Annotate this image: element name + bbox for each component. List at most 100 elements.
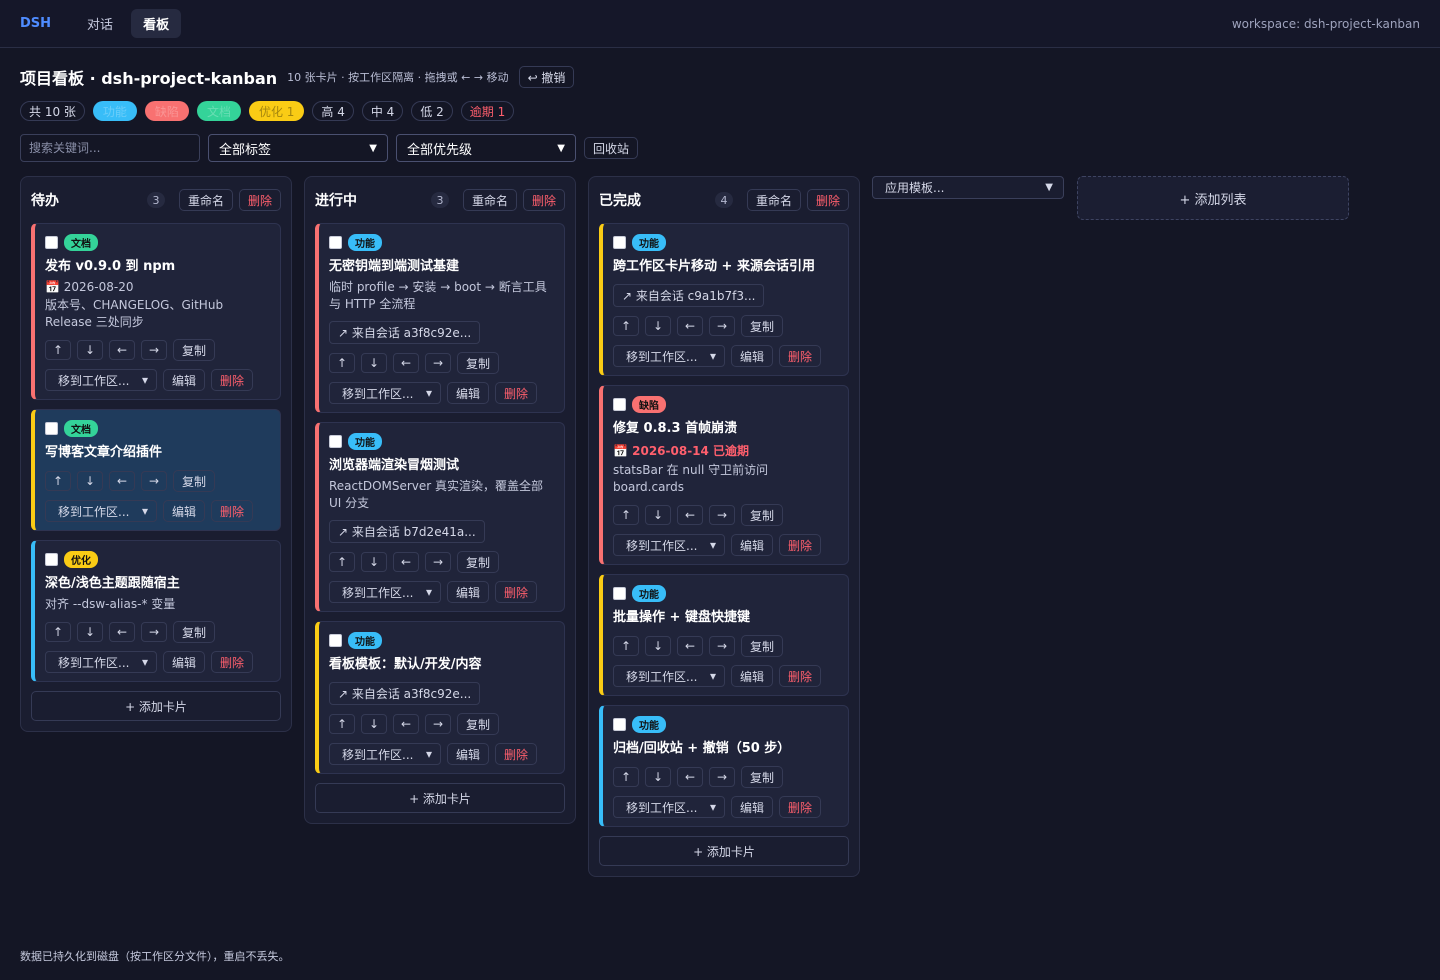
move-left-icon[interactable]: ← — [393, 714, 419, 734]
card-select-checkbox[interactable] — [329, 434, 342, 448]
move-up-icon[interactable]: ↑ — [45, 471, 71, 491]
move-left-icon[interactable]: ← — [393, 552, 419, 572]
copy-card-button[interactable]: 复制 — [457, 352, 500, 374]
edit-card-button[interactable]: 编辑 — [731, 665, 774, 687]
stat-tag-feature[interactable]: 功能 — [92, 101, 137, 121]
copy-card-button[interactable]: 复制 — [173, 470, 216, 492]
edit-card-button[interactable]: 编辑 — [447, 581, 490, 603]
copy-card-button[interactable]: 复制 — [741, 635, 784, 657]
move-left-icon[interactable]: ← — [677, 767, 703, 787]
move-to-workspace-select[interactable]: 移到工作区... ▾ — [45, 369, 157, 391]
recycle-bin-button[interactable]: 回收站 — [584, 137, 639, 159]
copy-card-button[interactable]: 复制 — [173, 621, 216, 643]
move-down-icon[interactable]: ↓ — [645, 316, 671, 336]
tab-chat[interactable]: 对话 — [75, 9, 125, 38]
delete-card-button[interactable]: 删除 — [779, 345, 822, 367]
move-up-icon[interactable]: ↑ — [613, 316, 639, 336]
move-up-icon[interactable]: ↑ — [45, 340, 71, 360]
card-select-checkbox[interactable] — [329, 235, 342, 249]
edit-card-button[interactable]: 编辑 — [163, 369, 206, 391]
edit-card-button[interactable]: 编辑 — [731, 534, 774, 556]
move-down-icon[interactable]: ↓ — [361, 714, 387, 734]
move-up-icon[interactable]: ↑ — [329, 552, 355, 572]
move-to-workspace-select[interactable]: 移到工作区... ▾ — [45, 500, 157, 522]
add-card-button[interactable]: + 添加卡片 — [599, 836, 849, 866]
move-up-icon[interactable]: ↑ — [329, 353, 355, 373]
move-right-icon[interactable]: → — [425, 353, 451, 373]
move-left-icon[interactable]: ← — [109, 622, 135, 642]
brand-logo[interactable]: DSH — [20, 16, 51, 31]
copy-card-button[interactable]: 复制 — [457, 713, 500, 735]
kanban-card[interactable]: 功能 浏览器端渲染冒烟测试 ReactDOMServer 真实渲染，覆盖全部 UI … — [315, 422, 565, 612]
move-down-icon[interactable]: ↓ — [77, 471, 103, 491]
card-select-checkbox[interactable] — [613, 397, 626, 411]
move-right-icon[interactable]: → — [709, 316, 735, 336]
move-left-icon[interactable]: ← — [109, 340, 135, 360]
stat-tag-doc[interactable]: 文档 — [196, 101, 241, 121]
column-rename-button[interactable]: 重命名 — [462, 189, 517, 211]
kanban-card[interactable]: 文档 写博客文章介绍插件 ↑ ↓ ← → 复制 移到工作区... ▾ 编辑 删除 — [31, 409, 281, 531]
move-left-icon[interactable]: ← — [393, 353, 419, 373]
kanban-card[interactable]: 功能 看板模板：默认/开发/内容 ↗ 来自会话 a3f8c92e... ↑ ↓ ← → 复制移… — [315, 621, 565, 774]
move-left-icon[interactable]: ← — [677, 505, 703, 525]
kanban-card[interactable]: 功能 无密钥端到端测试基建 临时 profile → 安装 → boot → 断言工… — [315, 223, 565, 413]
source-session-link[interactable]: ↗ 来自会话 b7d2e41a... — [329, 520, 485, 543]
delete-card-button[interactable]: 删除 — [779, 534, 822, 556]
card-select-checkbox[interactable] — [329, 633, 342, 647]
move-up-icon[interactable]: ↑ — [613, 767, 639, 787]
undo-button[interactable]: ↩ 撤销 — [518, 66, 575, 88]
edit-card-button[interactable]: 编辑 — [163, 500, 206, 522]
column-rename-button[interactable]: 重命名 — [178, 189, 233, 211]
copy-card-button[interactable]: 复制 — [741, 315, 784, 337]
card-select-checkbox[interactable] — [45, 421, 58, 435]
column-delete-button[interactable]: 删除 — [522, 189, 565, 211]
column-delete-button[interactable]: 删除 — [806, 189, 849, 211]
move-up-icon[interactable]: ↑ — [45, 622, 71, 642]
source-session-link[interactable]: ↗ 来自会话 c9a1b7f3... — [613, 284, 765, 307]
search-input[interactable] — [20, 134, 200, 162]
move-down-icon[interactable]: ↓ — [361, 552, 387, 572]
move-to-workspace-select[interactable]: 移到工作区... ▾ — [45, 651, 157, 673]
move-up-icon[interactable]: ↑ — [329, 714, 355, 734]
delete-card-button[interactable]: 删除 — [211, 651, 254, 673]
stat-tag-bug[interactable]: 缺陷 — [144, 101, 189, 121]
delete-card-button[interactable]: 删除 — [495, 382, 538, 404]
kanban-card[interactable]: 优化 深色/浅色主题跟随宿主 对齐 --dsw-alias-* 变量 ↑ ↓ ← → 复制 移到… — [31, 540, 281, 682]
move-down-icon[interactable]: ↓ — [77, 340, 103, 360]
delete-card-button[interactable]: 删除 — [211, 369, 254, 391]
move-to-workspace-select[interactable]: 移到工作区... ▾ — [329, 743, 441, 765]
move-right-icon[interactable]: → — [709, 636, 735, 656]
delete-card-button[interactable]: 删除 — [495, 743, 538, 765]
edit-card-button[interactable]: 编辑 — [163, 651, 206, 673]
kanban-card[interactable]: 功能 归档/回收站 + 撤销（50 步） ↑ ↓ ← → 复制 移到工作区... ▾ 编辑 删除 — [599, 705, 849, 827]
card-select-checkbox[interactable] — [613, 586, 626, 600]
move-to-workspace-select[interactable]: 移到工作区... ▾ — [613, 345, 725, 367]
priority-filter-select[interactable]: 全部优先级 ▼ — [396, 134, 576, 162]
edit-card-button[interactable]: 编辑 — [447, 382, 490, 404]
add-list-button[interactable]: + 添加列表 — [1077, 176, 1349, 220]
card-select-checkbox[interactable] — [613, 235, 626, 249]
move-to-workspace-select[interactable]: 移到工作区... ▾ — [329, 581, 441, 603]
card-select-checkbox[interactable] — [45, 552, 58, 566]
copy-card-button[interactable]: 复制 — [741, 766, 784, 788]
source-session-link[interactable]: ↗ 来自会话 a3f8c92e... — [329, 321, 481, 344]
delete-card-button[interactable]: 删除 — [495, 581, 538, 603]
move-to-workspace-select[interactable]: 移到工作区... ▾ — [613, 796, 725, 818]
move-down-icon[interactable]: ↓ — [645, 636, 671, 656]
move-down-icon[interactable]: ↓ — [645, 767, 671, 787]
move-right-icon[interactable]: → — [425, 714, 451, 734]
move-right-icon[interactable]: → — [141, 471, 167, 491]
edit-card-button[interactable]: 编辑 — [447, 743, 490, 765]
move-up-icon[interactable]: ↑ — [613, 636, 639, 656]
tab-kanban[interactable]: 看板 — [131, 9, 182, 38]
kanban-card[interactable]: 功能 批量操作 + 键盘快捷键 ↑ ↓ ← → 复制 移到工作区... ▾ 编辑 删除 — [599, 574, 849, 696]
card-select-checkbox[interactable] — [45, 235, 58, 249]
move-right-icon[interactable]: → — [141, 622, 167, 642]
move-down-icon[interactable]: ↓ — [645, 505, 671, 525]
add-card-button[interactable]: + 添加卡片 — [315, 783, 565, 813]
copy-card-button[interactable]: 复制 — [741, 504, 784, 526]
copy-card-button[interactable]: 复制 — [457, 551, 500, 573]
kanban-card[interactable]: 缺陷 修复 0.8.3 首帧崩溃 📅 2026-08-14 已逾期 statsBar … — [599, 385, 849, 565]
move-to-workspace-select[interactable]: 移到工作区... ▾ — [613, 534, 725, 556]
kanban-card[interactable]: 文档 发布 v0.9.0 到 npm 📅 2026-08-20 版本号、CHANGEL… — [31, 223, 281, 400]
